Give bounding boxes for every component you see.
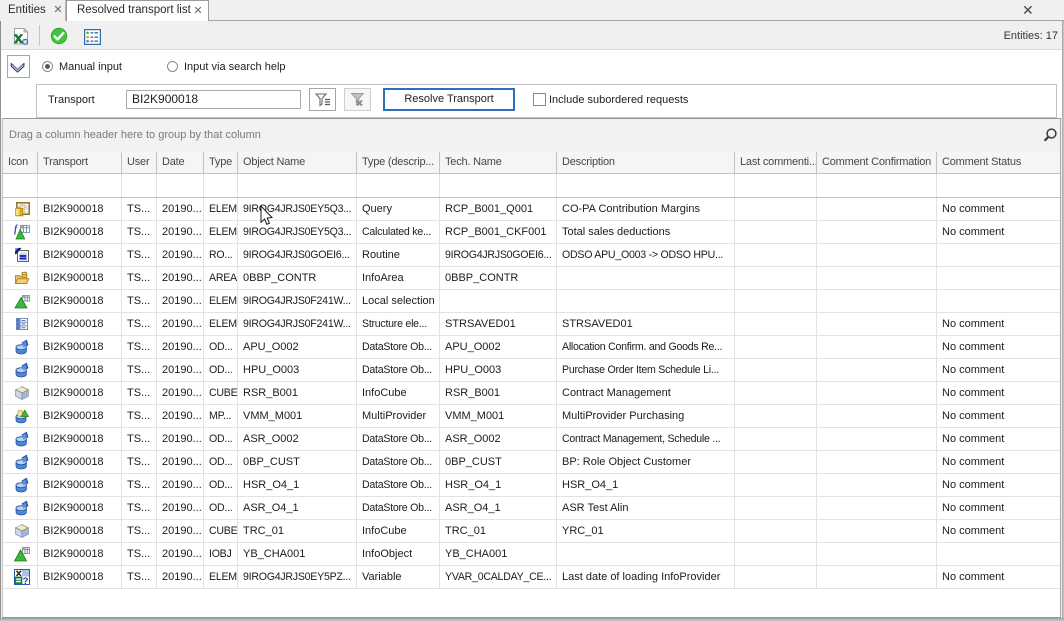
svg-text:?: ? (23, 576, 29, 585)
